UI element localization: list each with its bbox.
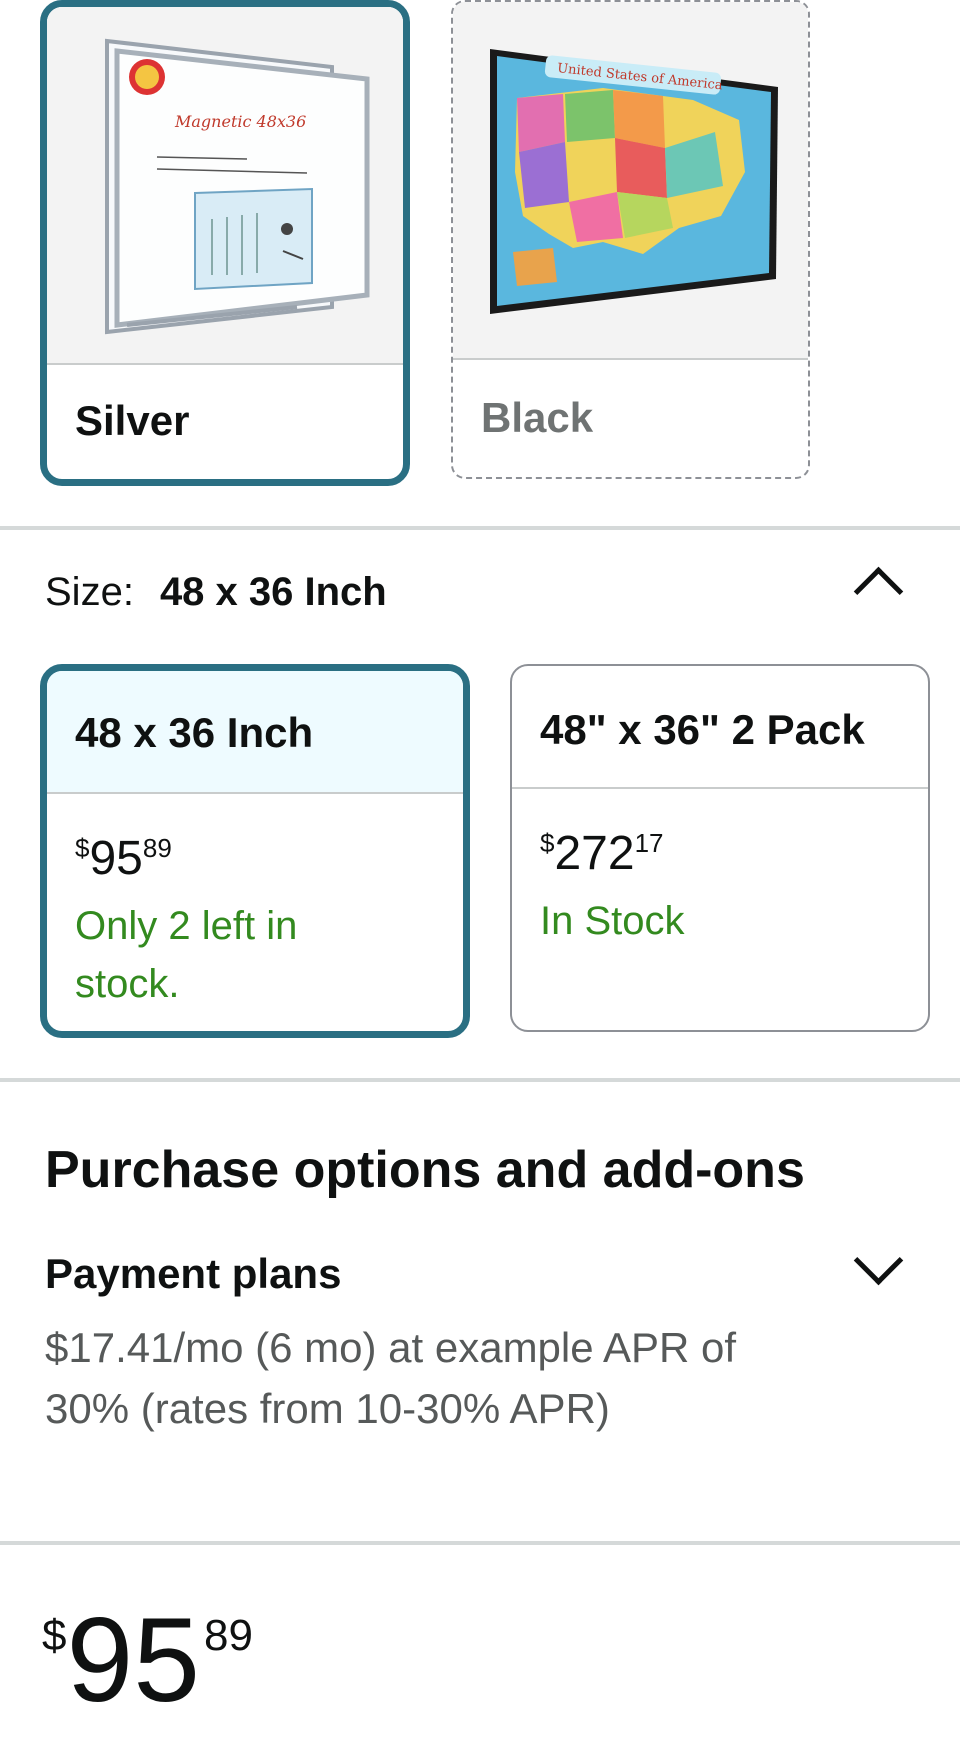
swatch-divider: [47, 363, 403, 365]
price-whole: 272: [554, 827, 635, 880]
size-option-48x36[interactable]: 48 x 36 Inch $9589 Only 2 left in stock.: [40, 664, 470, 1038]
size-label: Size:: [45, 570, 134, 614]
section-divider: [0, 526, 960, 530]
option-divider: [512, 787, 928, 789]
size-option-name: 48 x 36 Inch: [75, 709, 314, 756]
color-label-silver: Silver: [75, 397, 190, 444]
black-map-board-image: United States of America: [453, 2, 808, 358]
purchase-options-title: Purchase options and add-ons: [45, 1141, 805, 1199]
chevron-up-icon[interactable]: [853, 566, 904, 617]
price-cents: 89: [203, 1611, 253, 1660]
size-option-header: 48 x 36 Inch: [47, 671, 463, 792]
stock-status: Only 2 left in stock.: [75, 904, 298, 1006]
price-cents: 89: [142, 833, 172, 863]
option-divider: [47, 792, 463, 794]
stock-status: In Stock: [540, 899, 685, 943]
swatch-divider: [453, 358, 808, 360]
us-map-illustration: United States of America: [453, 2, 808, 358]
price-whole: 95: [89, 832, 143, 885]
chevron-down-icon[interactable]: [853, 1235, 904, 1286]
selected-size-value: 48 x 36 Inch: [159, 570, 387, 614]
whiteboard-illustration: Magnetic 48x36: [47, 7, 403, 363]
product-price: $9589: [42, 1600, 253, 1720]
color-label-black: Black: [481, 394, 594, 441]
color-option-black[interactable]: United States of America Black: [451, 0, 810, 479]
payment-plans-description: $17.41/mo (6 mo) at example APR of 30% (…: [45, 1324, 737, 1432]
size-selector-header[interactable]: Size: 48 x 36 Inch: [45, 570, 387, 615]
silver-whiteboard-image: Magnetic 48x36: [47, 7, 403, 363]
size-option-price: $27217: [540, 826, 663, 881]
svg-text:Magnetic 48x36: Magnetic 48x36: [174, 112, 306, 131]
price-whole: 95: [66, 1593, 200, 1727]
size-option-header: 48" x 36" 2 Pack: [512, 666, 928, 787]
size-option-2-pack[interactable]: 48" x 36" 2 Pack $27217 In Stock: [510, 664, 930, 1032]
size-option-price: $9589: [75, 831, 172, 886]
section-divider: [0, 1541, 960, 1545]
price-currency: $: [75, 833, 90, 863]
size-option-name: 48" x 36" 2 Pack: [540, 706, 865, 753]
color-option-silver[interactable]: Magnetic 48x36 Silver: [40, 0, 410, 486]
price-currency: $: [540, 828, 555, 858]
price-currency: $: [42, 1611, 67, 1660]
price-cents: 17: [634, 828, 664, 858]
section-divider: [0, 1078, 960, 1082]
payment-plans-title[interactable]: Payment plans: [45, 1250, 341, 1298]
